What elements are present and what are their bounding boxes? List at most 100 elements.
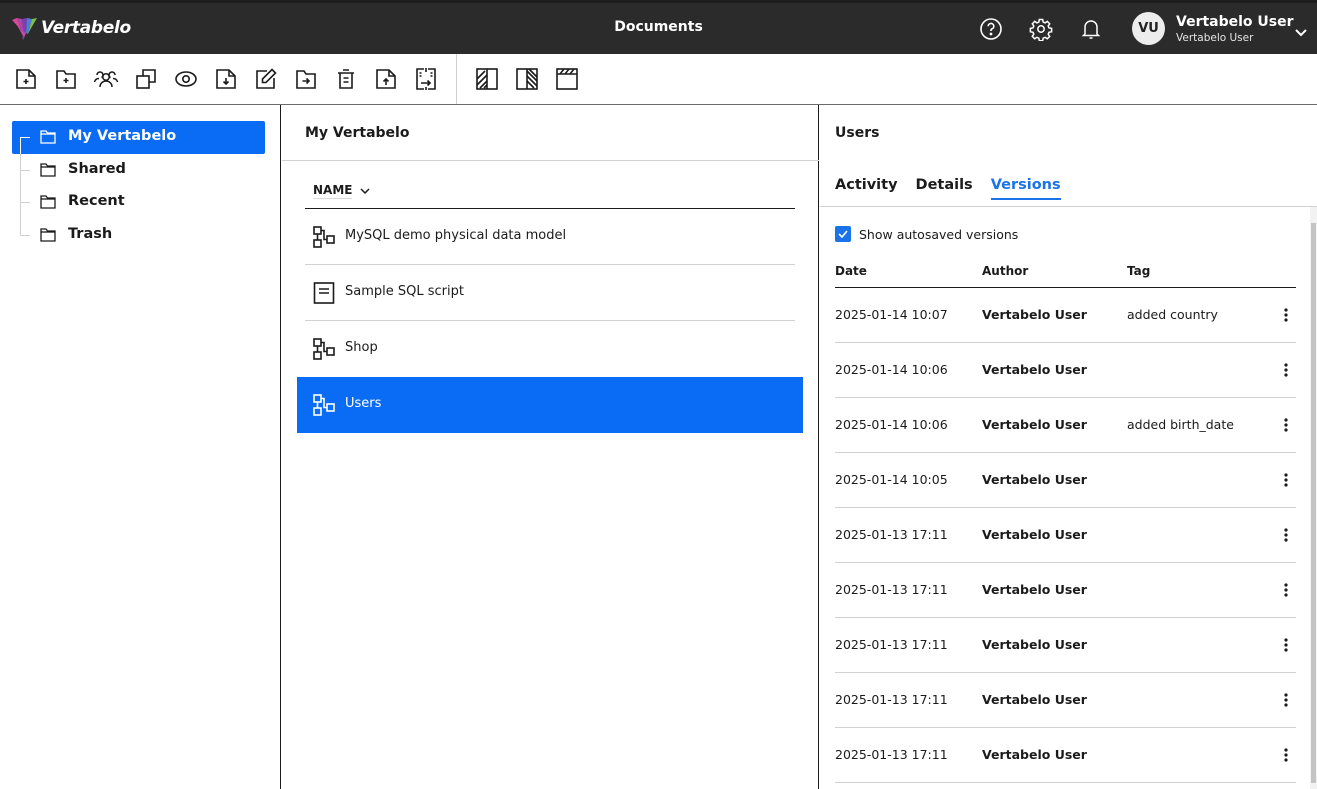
document-name: Users — [345, 396, 382, 411]
toggle-top-panel-button[interactable] — [554, 66, 580, 92]
delete-button[interactable] — [333, 66, 359, 92]
preview-button[interactable] — [173, 66, 199, 92]
document-row[interactable]: Sample SQL script — [297, 265, 803, 321]
version-row[interactable]: 2025-01-14 10:06 Vertabelo User — [835, 343, 1296, 398]
more-vertical-icon — [1284, 308, 1288, 322]
show-autosaved-checkbox[interactable] — [835, 226, 851, 242]
user-menu-button[interactable] — [1294, 23, 1308, 42]
toggle-left-panel-button[interactable] — [474, 66, 500, 92]
sidebar-item-label: Trash — [68, 226, 113, 242]
sort-by-name-button[interactable]: NAME — [313, 183, 370, 199]
version-date: 2025-01-13 17:11 — [835, 582, 948, 597]
folder-icon — [40, 195, 56, 209]
user-name[interactable]: Vertabelo User — [1176, 14, 1294, 30]
notifications-button[interactable] — [1078, 16, 1104, 42]
page-title: Documents — [614, 19, 703, 35]
version-menu-button[interactable] — [1278, 691, 1294, 709]
folder-title: My Vertabelo — [305, 125, 410, 141]
copy-icon — [136, 69, 156, 89]
document-row[interactable]: Shop — [297, 321, 803, 377]
version-date: 2025-01-14 10:06 — [835, 362, 948, 377]
version-menu-button[interactable] — [1278, 526, 1294, 544]
show-autosaved-toggle[interactable]: Show autosaved versions — [835, 226, 1018, 242]
tree-connector — [20, 137, 21, 154]
eye-icon — [175, 71, 197, 87]
version-row[interactable]: 2025-01-14 10:07 Vertabelo User added coun… — [835, 288, 1296, 343]
version-row[interactable]: 2025-01-13 17:11 Vertabelo User — [835, 508, 1296, 563]
toolbar-separator — [456, 54, 457, 104]
left-panel-icon — [476, 68, 498, 90]
help-button[interactable] — [978, 16, 1004, 42]
more-vertical-icon — [1284, 528, 1288, 542]
document-name: Shop — [345, 340, 378, 355]
user-avatar[interactable]: VU — [1132, 12, 1165, 45]
divider — [282, 160, 819, 161]
version-menu-button[interactable] — [1278, 746, 1294, 764]
toggle-right-panel-button[interactable] — [514, 66, 540, 92]
share-button[interactable] — [93, 66, 119, 92]
version-row[interactable]: 2025-01-13 17:11 Vertabelo User — [835, 618, 1296, 673]
more-vertical-icon — [1284, 418, 1288, 432]
upload-button[interactable] — [373, 66, 399, 92]
sidebar-item-label: Recent — [68, 193, 125, 209]
top-bar: Vertabelo Documents VU Vertabelo User Ve… — [0, 0, 1317, 54]
version-row[interactable]: 2025-01-13 17:11 Vertabelo User — [835, 673, 1296, 728]
sidebar-item-trash[interactable]: Trash — [12, 219, 265, 252]
sidebar-item-my-vertabelo[interactable]: My Vertabelo — [12, 121, 265, 154]
column-header-author: Author — [982, 264, 1029, 278]
version-tag: added country — [1127, 307, 1218, 322]
settings-button[interactable] — [1028, 16, 1054, 42]
right-panel-icon — [516, 68, 538, 90]
version-author: Vertabelo User — [982, 582, 1087, 597]
version-menu-button[interactable] — [1278, 361, 1294, 379]
version-menu-button[interactable] — [1278, 581, 1294, 599]
tab-versions[interactable]: Versions — [990, 177, 1061, 200]
help-icon — [980, 18, 1002, 40]
version-date: 2025-01-13 17:11 — [835, 747, 948, 762]
version-menu-button[interactable] — [1278, 636, 1294, 654]
top-panel-icon — [556, 68, 578, 90]
rename-button[interactable] — [253, 66, 279, 92]
version-date: 2025-01-14 10:05 — [835, 472, 948, 487]
version-menu-button[interactable] — [1278, 416, 1294, 434]
tree-connector — [20, 170, 30, 171]
tab-activity[interactable]: Activity — [835, 177, 898, 200]
edit-icon — [256, 68, 277, 89]
users-icon — [93, 71, 119, 88]
version-author: Vertabelo User — [982, 747, 1087, 762]
folder-icon — [40, 130, 56, 144]
copy-button[interactable] — [133, 66, 159, 92]
new-document-icon — [16, 69, 36, 89]
folder-tree-panel: My Vertabelo Shared Recent Trash — [0, 105, 281, 789]
scrollbar-thumb[interactable] — [1311, 223, 1316, 783]
version-date: 2025-01-13 17:11 — [835, 692, 948, 707]
document-row-selected[interactable]: Users — [297, 377, 803, 433]
divider — [820, 206, 1317, 207]
sort-label: NAME — [313, 183, 353, 199]
folder-icon — [40, 163, 56, 177]
sidebar-item-label: My Vertabelo — [68, 128, 177, 144]
version-menu-button[interactable] — [1278, 471, 1294, 489]
version-menu-button[interactable] — [1278, 306, 1294, 324]
trash-icon — [338, 69, 354, 89]
document-row[interactable]: MySQL demo physical data model — [297, 209, 803, 265]
version-row[interactable]: 2025-01-13 17:11 Vertabelo User — [835, 728, 1296, 783]
version-date: 2025-01-14 10:07 — [835, 307, 948, 322]
version-author: Vertabelo User — [982, 417, 1087, 432]
checkmark-icon — [838, 230, 848, 238]
sidebar-item-shared[interactable]: Shared — [12, 154, 265, 187]
compare-button[interactable] — [413, 66, 439, 92]
tab-details[interactable]: Details — [916, 177, 973, 200]
move-button[interactable] — [293, 66, 319, 92]
version-row[interactable]: 2025-01-14 10:05 Vertabelo User — [835, 453, 1296, 508]
folder-icon — [40, 228, 56, 242]
version-row[interactable]: 2025-01-14 10:06 Vertabelo User added birt… — [835, 398, 1296, 453]
new-folder-button[interactable] — [53, 66, 79, 92]
version-row[interactable]: 2025-01-13 17:11 Vertabelo User — [835, 563, 1296, 618]
new-document-button[interactable] — [13, 66, 39, 92]
sidebar-item-recent[interactable]: Recent — [12, 186, 265, 219]
version-date: 2025-01-13 17:11 — [835, 527, 948, 542]
data-model-icon — [313, 338, 335, 360]
download-button[interactable] — [213, 66, 239, 92]
toolbar — [0, 54, 1317, 105]
